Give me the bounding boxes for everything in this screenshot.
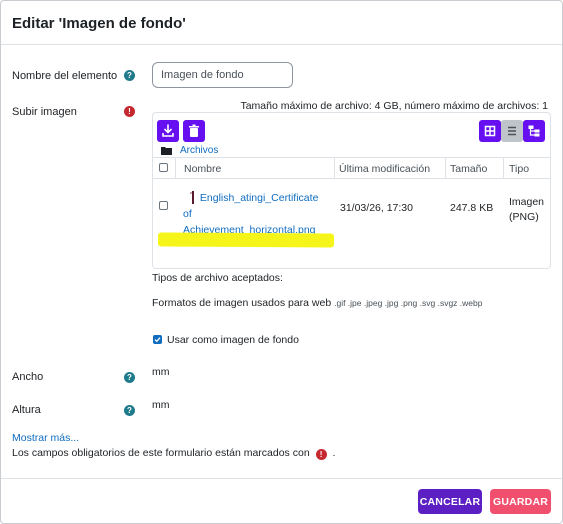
height-label: Altura <box>12 404 41 416</box>
folder-icon <box>161 147 172 155</box>
file-modified: 31/03/26, 17:30 <box>340 202 413 214</box>
use-background-label[interactable]: Usar como imagen de fondo <box>167 334 299 346</box>
width-label: Ancho <box>12 371 44 383</box>
list-view-icon <box>508 126 516 136</box>
required-icon: ! <box>124 106 135 117</box>
width-unit: mm <box>152 366 170 378</box>
column-divider <box>445 158 446 178</box>
tree-view-button[interactable] <box>523 120 545 142</box>
upload-label: Subir imagen <box>12 106 77 118</box>
file-checkbox[interactable] <box>159 201 168 210</box>
modal-header: Editar 'Imagen de fondo' <box>1 1 562 45</box>
check-icon <box>154 337 161 343</box>
height-unit: mm <box>152 399 170 411</box>
accepted-formats-label: Formatos de imagen usados para web <box>152 297 332 309</box>
column-header-size[interactable]: Tamaño <box>450 163 487 175</box>
required-note-end: . <box>332 447 336 459</box>
column-divider <box>175 158 176 178</box>
help-icon[interactable]: ? <box>124 372 135 383</box>
cancel-button[interactable]: CANCELAR <box>418 489 482 514</box>
close-button[interactable] <box>536 11 554 29</box>
column-divider <box>503 158 504 178</box>
column-header-modified[interactable]: Última modificación <box>339 163 430 175</box>
column-header-type[interactable]: Tipo <box>509 163 529 175</box>
footer-divider <box>1 478 562 479</box>
select-all-checkbox[interactable] <box>159 163 168 172</box>
image-file-icon <box>183 191 197 205</box>
download-icon <box>162 124 174 137</box>
use-background-checkbox[interactable] <box>153 335 162 344</box>
file-name-part: of <box>183 208 192 220</box>
file-type-part: Imagen <box>509 196 545 208</box>
file-size: 247.8 KB <box>450 202 494 214</box>
required-note-text: Los campos obligatorios de este formular… <box>12 447 310 459</box>
required-note: Los campos obligatorios de este formular… <box>12 447 335 460</box>
tree-view-icon <box>528 125 540 137</box>
close-icon <box>536 11 554 29</box>
accepted-formats-list: .gif .jpe .jpeg .jpg .png .svg .svgz .we… <box>334 298 483 308</box>
save-button[interactable]: GUARDAR <box>490 489 551 514</box>
breadcrumb[interactable]: Archivos <box>180 145 218 156</box>
show-more-link[interactable]: Mostrar más... <box>12 432 79 444</box>
name-label: Nombre del elemento <box>12 70 118 82</box>
name-input[interactable] <box>152 62 293 88</box>
grid-view-icon <box>484 125 496 137</box>
highlighter-mark <box>158 232 334 248</box>
accepted-types-title: Tipos de archivo aceptados: <box>152 272 283 284</box>
accepted-formats: Formatos de imagen usados para web .gif … <box>152 297 482 309</box>
max-size-text: Tamaño máximo de archivo: 4 GB, número m… <box>240 100 548 112</box>
modal-title: Editar 'Imagen de fondo' <box>12 15 186 32</box>
file-name-link[interactable]: English_atingi_Certificate of Achievemen… <box>183 190 333 238</box>
list-view-button[interactable] <box>501 120 523 142</box>
delete-file-button[interactable] <box>183 120 205 142</box>
help-icon[interactable]: ? <box>124 405 135 416</box>
file-name-part: English_atingi_Certificate <box>199 192 319 204</box>
column-header-name[interactable]: Nombre <box>184 163 221 175</box>
grid-view-button[interactable] <box>479 120 501 142</box>
required-icon: ! <box>315 449 327 460</box>
file-type-part: (PNG) <box>509 211 539 223</box>
column-divider <box>334 158 335 178</box>
modal-dialog: Editar 'Imagen de fondo' Nombre del elem… <box>0 0 563 524</box>
table-header: Nombre Última modificación Tamaño Tipo <box>153 157 550 179</box>
trash-icon <box>189 124 199 137</box>
add-file-button[interactable] <box>157 120 179 142</box>
table-row[interactable]: English_atingi_Certificate of Achievemen… <box>153 179 550 267</box>
file-type: Imagen (PNG) <box>509 195 544 225</box>
help-icon[interactable]: ? <box>124 70 135 81</box>
